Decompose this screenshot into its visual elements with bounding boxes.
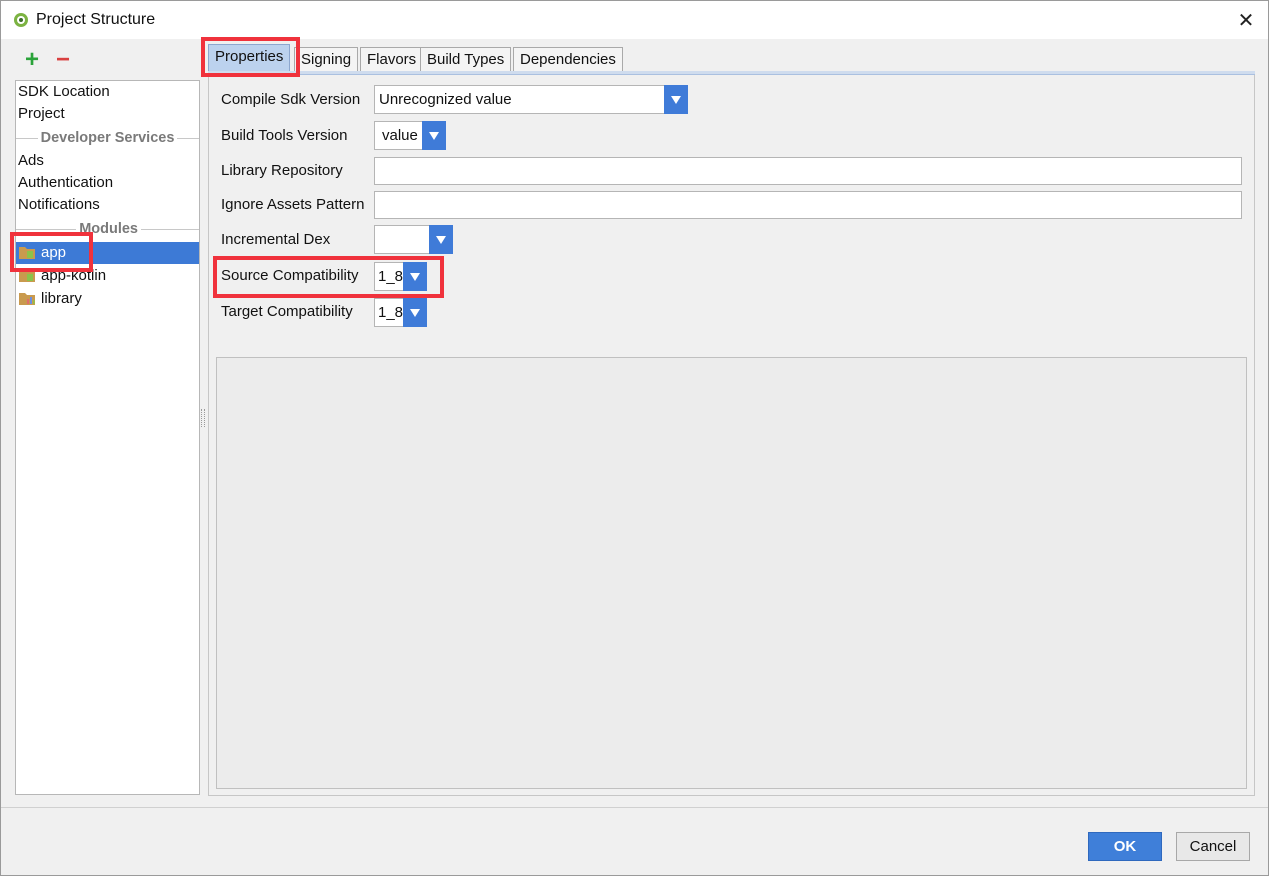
add-button[interactable]: + <box>22 48 42 72</box>
sidebar-item-app-kotlin[interactable]: app-kotlin <box>16 265 199 287</box>
build-tools-label: Build Tools Version <box>221 127 348 144</box>
incremental-dex-label: Incremental Dex <box>221 231 331 248</box>
section-label: Developer Services <box>40 130 175 146</box>
chevron-down-icon[interactable] <box>403 262 427 291</box>
chevron-down-icon[interactable] <box>403 298 427 327</box>
sidebar: SDK Location Project Developer Services … <box>15 80 200 795</box>
combo-value: 1_8 <box>378 304 404 321</box>
tab-properties[interactable]: Properties <box>208 44 291 71</box>
close-button[interactable]: ✕ <box>1233 7 1259 33</box>
ok-button[interactable]: OK <box>1088 832 1162 861</box>
sidebar-item-library[interactable]: library <box>16 288 199 310</box>
combo-value: 1_8 <box>378 268 404 285</box>
section-developer-services: Developer Services <box>16 128 199 148</box>
android-module-icon <box>19 247 35 259</box>
ignore-assets-label: Ignore Assets Pattern <box>221 196 365 213</box>
ignore-assets-input[interactable] <box>374 191 1242 219</box>
cancel-button[interactable]: Cancel <box>1176 832 1250 861</box>
details-area <box>216 357 1247 789</box>
module-label: app-kotlin <box>41 267 107 284</box>
title-bar: Project Structure ✕ <box>1 1 1268 39</box>
chevron-down-icon[interactable] <box>422 121 446 150</box>
sidebar-item-sdk-location[interactable]: SDK Location <box>16 81 199 103</box>
close-icon: ✕ <box>1237 9 1255 32</box>
project-structure-dialog: Project Structure ✕ + − SDK Location Pro… <box>0 0 1269 876</box>
compile-sdk-label: Compile Sdk Version <box>221 91 361 108</box>
library-module-icon <box>19 293 35 305</box>
module-label: library <box>41 290 82 307</box>
android-module-icon <box>19 270 35 282</box>
combo-value: Unrecognized value <box>379 91 512 108</box>
tab-signing[interactable]: Signing <box>294 47 359 71</box>
tab-dependencies[interactable]: Dependencies <box>513 47 623 71</box>
combo-value: value <box>382 127 418 144</box>
section-label: Modules <box>79 221 138 237</box>
incremental-dex-combo[interactable] <box>374 225 453 254</box>
sidebar-item-project[interactable]: Project <box>16 103 199 125</box>
sidebar-item-ads[interactable]: Ads <box>16 150 199 172</box>
window-title: Project Structure <box>36 11 156 28</box>
android-studio-icon <box>14 13 28 27</box>
sidebar-item-app[interactable]: app <box>16 242 199 264</box>
library-repository-input[interactable] <box>374 157 1242 185</box>
compile-sdk-combo[interactable]: Unrecognized value <box>374 85 688 114</box>
library-repository-label: Library Repository <box>221 162 343 179</box>
target-compatibility-combo[interactable]: 1_8 <box>374 298 427 327</box>
source-compatibility-label: Source Compatibility <box>221 267 359 284</box>
source-compatibility-combo[interactable]: 1_8 <box>374 262 427 291</box>
sidebar-item-authentication[interactable]: Authentication <box>16 172 199 194</box>
footer-divider <box>1 807 1268 808</box>
sidebar-item-notifications[interactable]: Notifications <box>16 194 199 216</box>
target-compatibility-label: Target Compatibility <box>221 303 353 320</box>
module-label: app <box>41 244 67 261</box>
tab-flavors[interactable]: Flavors <box>360 47 424 71</box>
tab-build-types[interactable]: Build Types <box>420 47 512 71</box>
remove-button[interactable]: − <box>53 48 73 72</box>
section-modules: Modules <box>16 219 199 239</box>
chevron-down-icon[interactable] <box>664 85 688 114</box>
build-tools-combo[interactable]: value <box>374 121 446 150</box>
chevron-down-icon[interactable] <box>429 225 453 254</box>
splitter-handle[interactable] <box>201 409 205 427</box>
